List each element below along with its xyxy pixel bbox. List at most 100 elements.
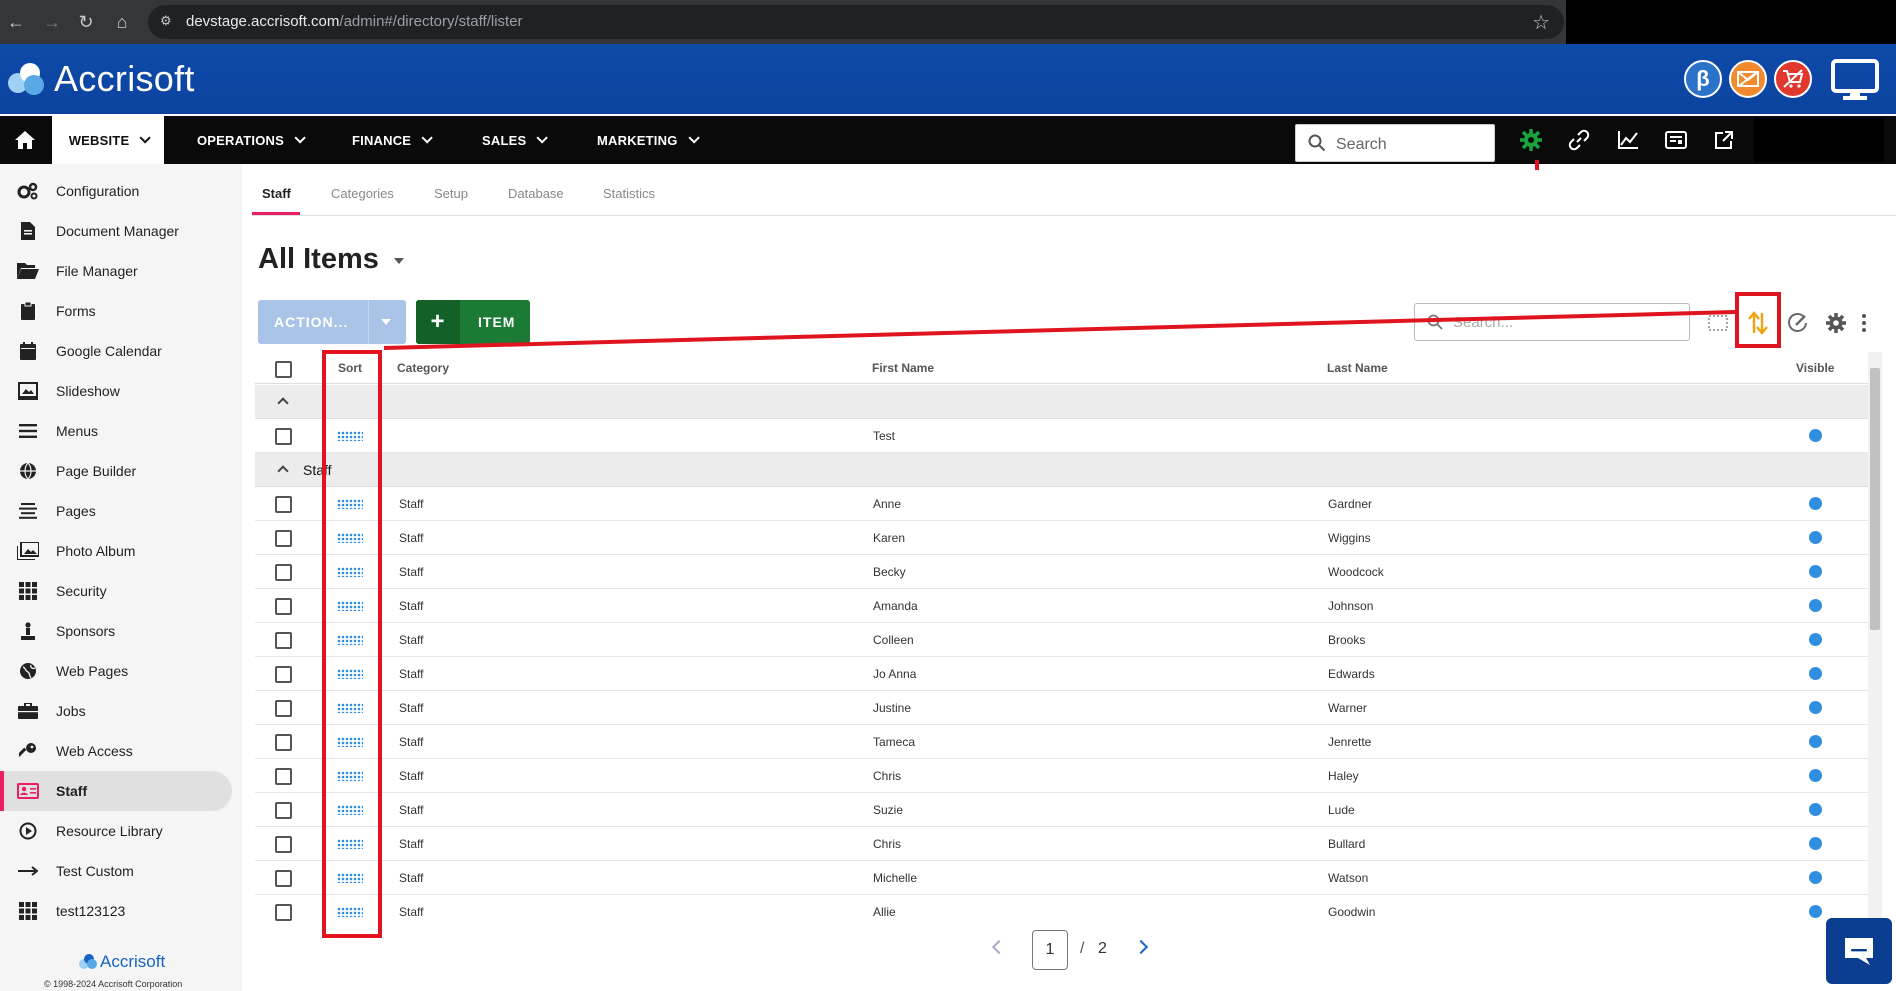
sidebar-item-test123123[interactable]: test123123 xyxy=(0,891,232,931)
sidebar-item-sponsors[interactable]: Sponsors xyxy=(0,611,232,651)
accrisoft-logo[interactable]: Accrisoft xyxy=(4,56,195,102)
mail-off-button[interactable] xyxy=(1729,60,1767,98)
sidebar-item-security[interactable]: Security xyxy=(0,571,232,611)
visible-indicator[interactable] xyxy=(1809,871,1822,884)
visible-indicator[interactable] xyxy=(1809,905,1822,918)
sidebar-item-resource-library[interactable]: Resource Library xyxy=(0,811,232,851)
table-row[interactable]: Staff Allie Goodwin xyxy=(255,895,1868,921)
home-button[interactable] xyxy=(0,116,50,164)
current-page-input[interactable]: 1 xyxy=(1032,930,1068,970)
sidebar-item-web-pages[interactable]: Web Pages xyxy=(0,651,232,691)
home-icon[interactable]: ⌂ xyxy=(110,10,134,34)
chevron-up-icon[interactable] xyxy=(277,465,289,477)
table-row[interactable]: Staff Chris Haley xyxy=(255,759,1868,793)
more-options-button[interactable] xyxy=(1858,310,1870,336)
column-header-last-name[interactable]: Last Name xyxy=(1327,361,1388,375)
visible-indicator[interactable] xyxy=(1809,633,1822,646)
visible-indicator[interactable] xyxy=(1809,803,1822,816)
list-search-input[interactable]: Search... xyxy=(1414,303,1690,341)
row-checkbox[interactable] xyxy=(275,904,292,921)
row-checkbox[interactable] xyxy=(275,564,292,581)
cart-off-button[interactable] xyxy=(1774,60,1812,98)
add-item-button[interactable]: + ITEM xyxy=(416,300,530,344)
row-checkbox[interactable] xyxy=(275,428,292,445)
sidebar-item-jobs[interactable]: Jobs xyxy=(0,691,232,731)
visible-indicator[interactable] xyxy=(1809,429,1822,442)
open-external-button[interactable] xyxy=(1712,128,1736,152)
site-info-icon[interactable]: ⚙ xyxy=(160,13,178,31)
sidebar-item-staff[interactable]: Staff xyxy=(0,771,232,811)
analytics-button[interactable] xyxy=(1616,128,1640,152)
tab-database[interactable]: Database xyxy=(508,186,564,201)
back-arrow-icon[interactable]: ← xyxy=(4,10,28,34)
table-row[interactable]: Staff Justine Warner xyxy=(255,691,1868,725)
sidebar-item-file-manager[interactable]: File Manager xyxy=(0,251,232,291)
tab-setup[interactable]: Setup xyxy=(434,186,468,201)
sidebar-item-page-builder[interactable]: Page Builder xyxy=(0,451,232,491)
sidebar-item-configuration[interactable]: Configuration xyxy=(0,171,232,211)
row-checkbox[interactable] xyxy=(275,802,292,819)
edit-mode-button[interactable] xyxy=(1785,310,1811,336)
chat-button[interactable] xyxy=(1826,918,1892,984)
row-checkbox[interactable] xyxy=(275,768,292,785)
sidebar-item-web-access[interactable]: Web Access xyxy=(0,731,232,771)
visible-indicator[interactable] xyxy=(1809,565,1822,578)
table-row[interactable]: Staff Colleen Brooks xyxy=(255,623,1868,657)
sidebar-item-forms[interactable]: Forms xyxy=(0,291,232,331)
row-checkbox[interactable] xyxy=(275,530,292,547)
sidebar-item-pages[interactable]: Pages xyxy=(0,491,232,531)
nav-sales[interactable]: SALES xyxy=(482,116,549,164)
address-bar[interactable]: ⚙ devstage.accrisoft.com/admin#/director… xyxy=(148,5,1564,39)
table-row[interactable]: Staff Becky Woodcock xyxy=(255,555,1868,589)
visible-indicator[interactable] xyxy=(1809,531,1822,544)
table-row[interactable]: Staff Karen Wiggins xyxy=(255,521,1868,555)
sidebar-item-photo-album[interactable]: Photo Album xyxy=(0,531,232,571)
sidebar-item-test-custom[interactable]: Test Custom xyxy=(0,851,232,891)
table-row[interactable]: Staff Suzie Lude xyxy=(255,793,1868,827)
tab-statistics[interactable]: Statistics xyxy=(603,186,655,201)
column-header-first-name[interactable]: First Name xyxy=(872,361,934,375)
tab-categories[interactable]: Categories xyxy=(331,186,394,201)
visible-indicator[interactable] xyxy=(1809,769,1822,782)
group-row-staff[interactable]: Staff xyxy=(255,453,1868,487)
forward-arrow-icon[interactable]: → xyxy=(40,10,64,34)
row-checkbox[interactable] xyxy=(275,734,292,751)
nav-website[interactable]: WEBSITE xyxy=(52,116,164,164)
group-row-uncategorized[interactable] xyxy=(255,385,1868,419)
table-row[interactable]: Staff Amanda Johnson xyxy=(255,589,1868,623)
column-header-visible[interactable]: Visible xyxy=(1796,361,1834,375)
visible-indicator[interactable] xyxy=(1809,497,1822,510)
scrollbar-thumb[interactable] xyxy=(1870,368,1880,630)
visible-indicator[interactable] xyxy=(1809,599,1822,612)
caret-down-icon[interactable] xyxy=(394,258,404,264)
nav-operations[interactable]: OPERATIONS xyxy=(197,116,306,164)
select-area-button[interactable] xyxy=(1705,310,1731,336)
visible-indicator[interactable] xyxy=(1809,701,1822,714)
table-row[interactable]: Staff Chris Bullard xyxy=(255,827,1868,861)
chevron-left-icon[interactable] xyxy=(991,939,1007,955)
select-all-checkbox[interactable] xyxy=(275,361,292,378)
page-title[interactable]: All Items xyxy=(258,243,379,276)
tab-staff[interactable]: Staff xyxy=(262,186,291,201)
sidebar-item-slideshow[interactable]: Slideshow xyxy=(0,371,232,411)
sidebar-item-google-calendar[interactable]: Google Calendar xyxy=(0,331,232,371)
form-button[interactable] xyxy=(1664,128,1688,152)
chevron-up-icon[interactable] xyxy=(277,397,289,409)
visible-indicator[interactable] xyxy=(1809,667,1822,680)
nav-marketing[interactable]: MARKETING xyxy=(597,116,700,164)
row-checkbox[interactable] xyxy=(275,496,292,513)
row-checkbox[interactable] xyxy=(275,666,292,683)
sidebar-item-menus[interactable]: Menus xyxy=(0,411,232,451)
column-header-category[interactable]: Category xyxy=(397,361,449,375)
bookmark-star-icon[interactable]: ☆ xyxy=(1532,10,1550,35)
sidebar-item-document-manager[interactable]: Document Manager xyxy=(0,211,232,251)
row-checkbox[interactable] xyxy=(275,700,292,717)
visible-indicator[interactable] xyxy=(1809,837,1822,850)
table-row[interactable]: Staff Jo Anna Edwards xyxy=(255,657,1868,691)
global-search-input[interactable]: Search xyxy=(1295,124,1495,162)
reload-icon[interactable]: ↻ xyxy=(74,10,98,34)
caret-down-icon[interactable] xyxy=(381,319,391,325)
link-button[interactable] xyxy=(1567,128,1591,152)
table-row[interactable]: Staff Tameca Jenrette xyxy=(255,725,1868,759)
row-checkbox[interactable] xyxy=(275,632,292,649)
